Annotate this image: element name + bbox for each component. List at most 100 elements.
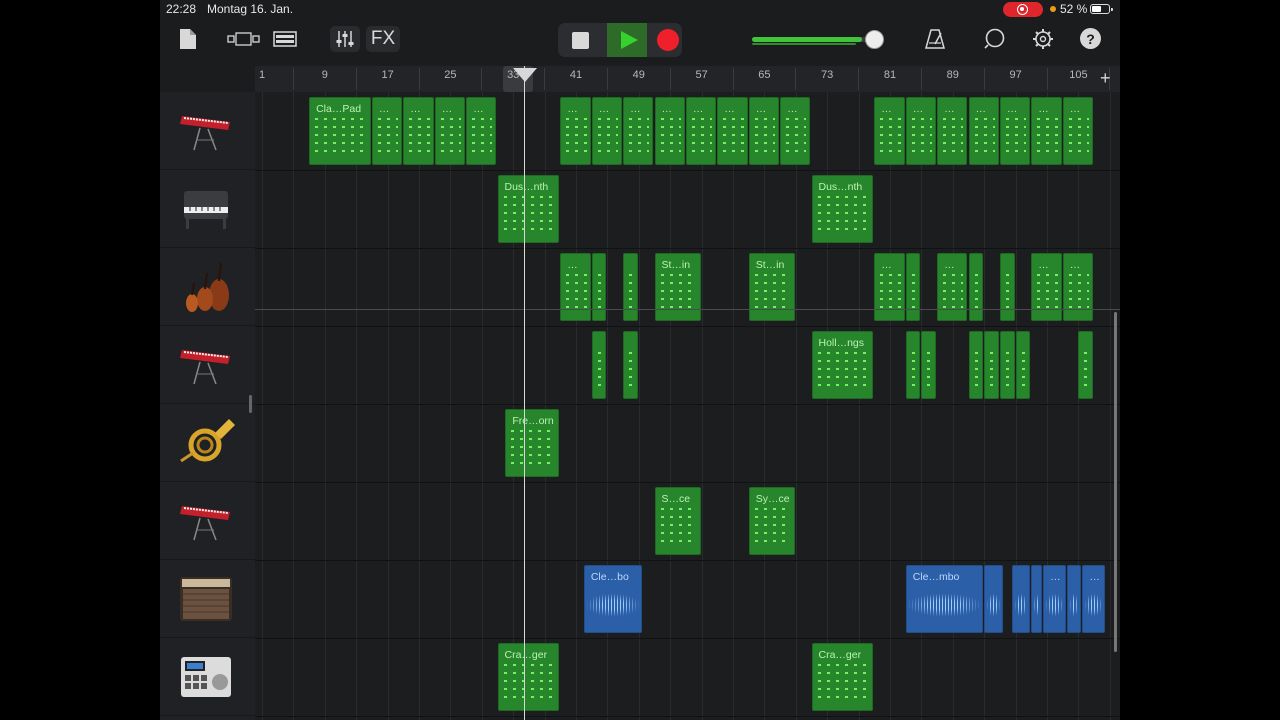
midi-region[interactable] xyxy=(968,253,984,321)
midi-region[interactable]: … xyxy=(466,97,497,165)
midi-region[interactable]: … xyxy=(1031,253,1062,321)
midi-region[interactable]: … xyxy=(905,97,937,165)
audio-region[interactable] xyxy=(1011,565,1031,633)
midi-region[interactable] xyxy=(591,331,607,399)
midi-notes xyxy=(658,274,697,314)
midi-region[interactable]: S…ce xyxy=(654,487,701,555)
midi-notes xyxy=(909,352,917,392)
region-label: … xyxy=(1038,259,1049,271)
midi-notes xyxy=(972,274,980,314)
track-header-drum-machine[interactable] xyxy=(160,638,255,716)
settings-button[interactable] xyxy=(1030,26,1056,52)
timeline-ruler[interactable]: 1 9 17 25 33 41 49 57 65 73 81 89 97 105 xyxy=(255,66,1120,93)
midi-region[interactable] xyxy=(905,331,921,399)
midi-region[interactable]: … xyxy=(717,97,748,165)
midi-region[interactable] xyxy=(905,253,921,321)
midi-region[interactable]: Dus…nth xyxy=(497,175,560,243)
midi-region[interactable] xyxy=(623,331,638,399)
midi-region[interactable]: … xyxy=(560,253,591,321)
midi-region[interactable]: St…in xyxy=(748,253,795,321)
midi-region[interactable]: … xyxy=(874,253,905,321)
browser-button[interactable] xyxy=(226,26,262,52)
audio-region[interactable] xyxy=(1031,565,1043,633)
midi-region[interactable] xyxy=(999,331,1015,399)
track-header-keyboard-2[interactable] xyxy=(160,326,255,404)
midi-region[interactable]: … xyxy=(654,97,685,165)
midi-notes xyxy=(1082,352,1090,392)
region-label: Holl…ngs xyxy=(818,337,865,349)
midi-region[interactable]: Cra…ger xyxy=(811,643,874,711)
stop-button[interactable] xyxy=(572,32,589,49)
screen-recording-indicator[interactable] xyxy=(1003,2,1043,17)
midi-region[interactable]: … xyxy=(434,97,466,165)
record-button[interactable] xyxy=(657,29,679,51)
midi-region[interactable]: Dus…nth xyxy=(811,175,874,243)
track-lane-horn[interactable] xyxy=(255,404,1120,483)
midi-region[interactable]: … xyxy=(371,97,403,165)
midi-region[interactable]: … xyxy=(999,97,1031,165)
mixer-button[interactable] xyxy=(330,26,360,52)
midi-region[interactable]: Cla…Pad xyxy=(309,97,371,165)
midi-region[interactable]: … xyxy=(403,97,434,165)
midi-region[interactable] xyxy=(591,253,607,321)
track-header-amp[interactable] xyxy=(160,560,255,638)
midi-region[interactable]: … xyxy=(748,97,780,165)
vertical-scrollbar[interactable] xyxy=(1114,312,1117,652)
tracks-area[interactable]: Cla…Pad … … … … … … … … … … … … … … … … … … … Dus…nth Dus…nth… xyxy=(255,92,1120,720)
add-section-button[interactable]: + xyxy=(1100,68,1111,89)
midi-region[interactable] xyxy=(921,331,937,399)
midi-region[interactable] xyxy=(623,253,638,321)
midi-region[interactable]: … xyxy=(874,97,905,165)
midi-region[interactable] xyxy=(984,331,999,399)
audio-region[interactable]: … xyxy=(1043,565,1066,633)
midi-region[interactable]: … xyxy=(780,97,811,165)
midi-region[interactable]: … xyxy=(968,97,999,165)
help-button[interactable]: ? xyxy=(1080,28,1101,49)
midi-region[interactable]: … xyxy=(623,97,654,165)
midi-region[interactable]: … xyxy=(1062,97,1094,165)
midi-region[interactable]: … xyxy=(560,97,591,165)
region-label: St…in xyxy=(755,259,785,271)
track-header-strings[interactable] xyxy=(160,248,255,326)
midi-region[interactable] xyxy=(999,253,1015,321)
ruler-bar-number: 57 xyxy=(695,69,708,81)
midi-region[interactable]: … xyxy=(1062,253,1094,321)
midi-region[interactable] xyxy=(968,331,984,399)
midi-region[interactable]: … xyxy=(937,97,968,165)
header-resize-handle[interactable] xyxy=(249,395,252,413)
ruler-tick xyxy=(544,68,546,90)
midi-region[interactable]: … xyxy=(591,97,623,165)
track-header-horn[interactable] xyxy=(160,404,255,482)
mixer-sliders-icon xyxy=(336,31,354,47)
midi-region[interactable]: Cra…ger xyxy=(497,643,560,711)
volume-knob[interactable] xyxy=(865,30,884,49)
audio-region[interactable]: … xyxy=(1082,565,1105,633)
midi-region[interactable]: Fre…orn xyxy=(505,409,560,477)
audio-region[interactable]: Cle…mbo xyxy=(905,565,984,633)
track-lane-drum-machine[interactable] xyxy=(255,638,1120,717)
metronome-button[interactable] xyxy=(922,26,948,52)
my-songs-button[interactable] xyxy=(176,26,200,52)
midi-notes xyxy=(564,118,587,158)
fx-button[interactable]: FX xyxy=(366,26,400,52)
track-header-keyboard[interactable] xyxy=(160,92,255,170)
midi-region[interactable]: St…in xyxy=(654,253,701,321)
playhead-line[interactable] xyxy=(524,66,525,720)
loop-browser-button[interactable] xyxy=(982,26,1008,52)
audio-region[interactable] xyxy=(1066,565,1082,633)
midi-region[interactable] xyxy=(1015,331,1031,399)
midi-region[interactable]: … xyxy=(685,97,717,165)
midi-region[interactable]: Holl…ngs xyxy=(811,331,874,399)
track-header-piano[interactable] xyxy=(160,170,255,248)
region-label: Dus…nth xyxy=(818,181,863,193)
midi-region[interactable] xyxy=(1078,331,1094,399)
audio-region[interactable]: Cle…bo xyxy=(583,565,642,633)
track-header-keyboard-3[interactable] xyxy=(160,482,255,560)
midi-region[interactable]: … xyxy=(937,253,968,321)
audio-region[interactable] xyxy=(984,565,1003,633)
playhead-handle[interactable] xyxy=(513,68,537,82)
track-lane-piano[interactable] xyxy=(255,170,1120,249)
midi-region[interactable]: Sy…ce xyxy=(748,487,795,555)
tracks-view-button[interactable] xyxy=(272,26,298,52)
midi-region[interactable]: … xyxy=(1031,97,1062,165)
